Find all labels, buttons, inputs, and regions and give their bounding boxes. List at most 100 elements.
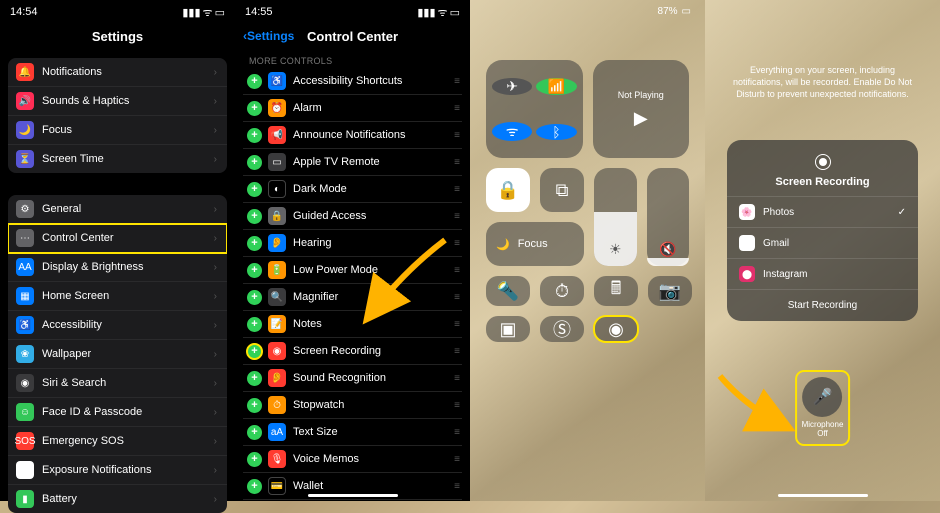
control-row-magnifier[interactable]: +🔍Magnifier≡ (243, 284, 462, 311)
settings-row-general[interactable]: ⚙General› (8, 195, 227, 224)
settings-row-display-brightness[interactable]: AADisplay & Brightness› (8, 253, 227, 282)
airplane-toggle[interactable]: ✈ (492, 78, 532, 95)
row-label: Alarm (293, 102, 454, 114)
control-row-apple-tv-remote[interactable]: +▭Apple TV Remote≡ (243, 149, 462, 176)
start-recording-button[interactable]: Start Recording (727, 289, 918, 321)
add-button[interactable]: + (247, 236, 262, 251)
volume-slider[interactable]: 🔇 (647, 168, 690, 266)
control-row-screen-recording[interactable]: +◉Screen Recording≡ (243, 338, 462, 365)
drag-handle-icon[interactable]: ≡ (454, 400, 458, 411)
rotation-lock-toggle[interactable]: 🔒 (486, 168, 530, 212)
bluetooth-toggle[interactable]: ᛒ (536, 124, 576, 140)
add-button[interactable]: + (247, 74, 262, 89)
add-button[interactable]: + (247, 290, 262, 305)
settings-row-control-center[interactable]: ⋯Control Center› (8, 224, 227, 253)
drag-handle-icon[interactable]: ≡ (454, 427, 458, 438)
add-button[interactable]: + (247, 398, 262, 413)
row-label: Display & Brightness (42, 261, 214, 273)
drag-handle-icon[interactable]: ≡ (454, 373, 458, 384)
settings-row-screen-time[interactable]: ⏳Screen Time› (8, 145, 227, 173)
settings-row-emergency-sos[interactable]: SOSEmergency SOS› (8, 427, 227, 456)
cellular-toggle[interactable]: 📶 (536, 78, 576, 95)
control-row-announce-notifications[interactable]: +📢Announce Notifications≡ (243, 122, 462, 149)
microphone-toggle[interactable]: 🎤 Microphone Off (796, 371, 850, 445)
calculator-button[interactable]: 🖩 (594, 276, 638, 306)
wifi-toggle[interactable]: ᯤ (492, 122, 532, 141)
add-button[interactable]: + (247, 479, 262, 494)
battery-pct: 87% (658, 6, 678, 17)
screen-recording-button[interactable]: ◉ (594, 316, 638, 342)
row-icon: 👂 (268, 234, 286, 252)
timer-button[interactable]: ⏱ (540, 276, 584, 306)
home-indicator[interactable] (778, 494, 868, 497)
broadcast-target-gmail[interactable]: MGmail (727, 227, 918, 258)
qr-scan-button[interactable]: ▣ (486, 316, 530, 342)
drag-handle-icon[interactable]: ≡ (454, 346, 458, 357)
drag-handle-icon[interactable]: ≡ (454, 238, 458, 249)
control-row-guided-access[interactable]: +🔒Guided Access≡ (243, 203, 462, 230)
add-button[interactable]: + (247, 182, 262, 197)
drag-handle-icon[interactable]: ≡ (454, 130, 458, 141)
row-icon: 📝 (268, 315, 286, 333)
drag-handle-icon[interactable]: ≡ (454, 76, 458, 87)
settings-row-accessibility[interactable]: ♿Accessibility› (8, 311, 227, 340)
drag-handle-icon[interactable]: ≡ (454, 292, 458, 303)
home-indicator[interactable] (308, 494, 398, 497)
drag-handle-icon[interactable]: ≡ (454, 481, 458, 492)
settings-row-siri-search[interactable]: ◉Siri & Search› (8, 369, 227, 398)
control-row-alarm[interactable]: +⏰Alarm≡ (243, 95, 462, 122)
drag-handle-icon[interactable]: ≡ (454, 265, 458, 276)
flashlight-button[interactable]: 🔦 (486, 276, 530, 306)
control-row-text-size[interactable]: +aAText Size≡ (243, 419, 462, 446)
control-row-hearing[interactable]: +👂Hearing≡ (243, 230, 462, 257)
add-button[interactable]: + (247, 155, 262, 170)
settings-row-sounds-haptics[interactable]: 🔊Sounds & Haptics› (8, 87, 227, 116)
brightness-slider[interactable]: ☀ (594, 168, 637, 266)
control-row-sound-recognition[interactable]: +👂Sound Recognition≡ (243, 365, 462, 392)
add-button[interactable]: + (247, 317, 262, 332)
settings-row-exposure-notifications[interactable]: ✳Exposure Notifications› (8, 456, 227, 485)
drag-handle-icon[interactable]: ≡ (454, 211, 458, 222)
back-button[interactable]: ‹ Settings (243, 29, 294, 43)
settings-row-notifications[interactable]: 🔔Notifications› (8, 58, 227, 87)
control-row-dark-mode[interactable]: +◐Dark Mode≡ (243, 176, 462, 203)
broadcast-target-instagram[interactable]: ⬤Instagram (727, 258, 918, 289)
drag-handle-icon[interactable]: ≡ (454, 157, 458, 168)
now-playing-tile[interactable]: Not Playing ▶ (593, 60, 689, 158)
settings-row-home-screen[interactable]: ▦Home Screen› (8, 282, 227, 311)
row-icon: 💳 (268, 477, 286, 495)
row-icon: ♿ (268, 72, 286, 90)
add-button[interactable]: + (247, 128, 262, 143)
control-row-notes[interactable]: +📝Notes≡ (243, 311, 462, 338)
camera-button[interactable]: 📷 (648, 276, 692, 306)
row-label: Sounds & Haptics (42, 95, 214, 107)
drag-handle-icon[interactable]: ≡ (454, 184, 458, 195)
add-button[interactable]: + (247, 209, 262, 224)
shazam-button[interactable]: Ⓢ (540, 316, 584, 342)
settings-row-face-id-passcode[interactable]: ☺Face ID & Passcode› (8, 398, 227, 427)
add-button[interactable]: + (247, 371, 262, 386)
add-button[interactable]: + (247, 101, 262, 116)
add-button[interactable]: + (247, 344, 262, 359)
drag-handle-icon[interactable]: ≡ (454, 103, 458, 114)
control-center-panel: 87% ▭ ✈ 📶 ᯤ ᛒ Not Playing ▶ 🔒 ⧉ 🌙 (470, 0, 705, 501)
app-icon: M (739, 235, 755, 251)
drag-handle-icon[interactable]: ≡ (454, 319, 458, 330)
settings-row-battery[interactable]: ▮Battery› (8, 485, 227, 513)
screen-mirroring-button[interactable]: ⧉ (540, 168, 584, 212)
row-icon: ◐ (268, 180, 286, 198)
sheet-title: Screen Recording (727, 176, 918, 188)
drag-handle-icon[interactable]: ≡ (454, 454, 458, 465)
settings-row-focus[interactable]: 🌙Focus› (8, 116, 227, 145)
add-button[interactable]: + (247, 263, 262, 278)
row-label: Wallpaper (42, 348, 214, 360)
control-row-accessibility-shortcuts[interactable]: +♿Accessibility Shortcuts≡ (243, 68, 462, 95)
add-button[interactable]: + (247, 425, 262, 440)
control-row-low-power-mode[interactable]: +🔋Low Power Mode≡ (243, 257, 462, 284)
broadcast-target-photos[interactable]: 🌸Photos✓ (727, 196, 918, 227)
add-button[interactable]: + (247, 452, 262, 467)
control-row-voice-memos[interactable]: +🎙Voice Memos≡ (243, 446, 462, 473)
settings-row-wallpaper[interactable]: ❀Wallpaper› (8, 340, 227, 369)
control-row-stopwatch[interactable]: +⏱Stopwatch≡ (243, 392, 462, 419)
focus-button[interactable]: 🌙 Focus (486, 222, 584, 266)
